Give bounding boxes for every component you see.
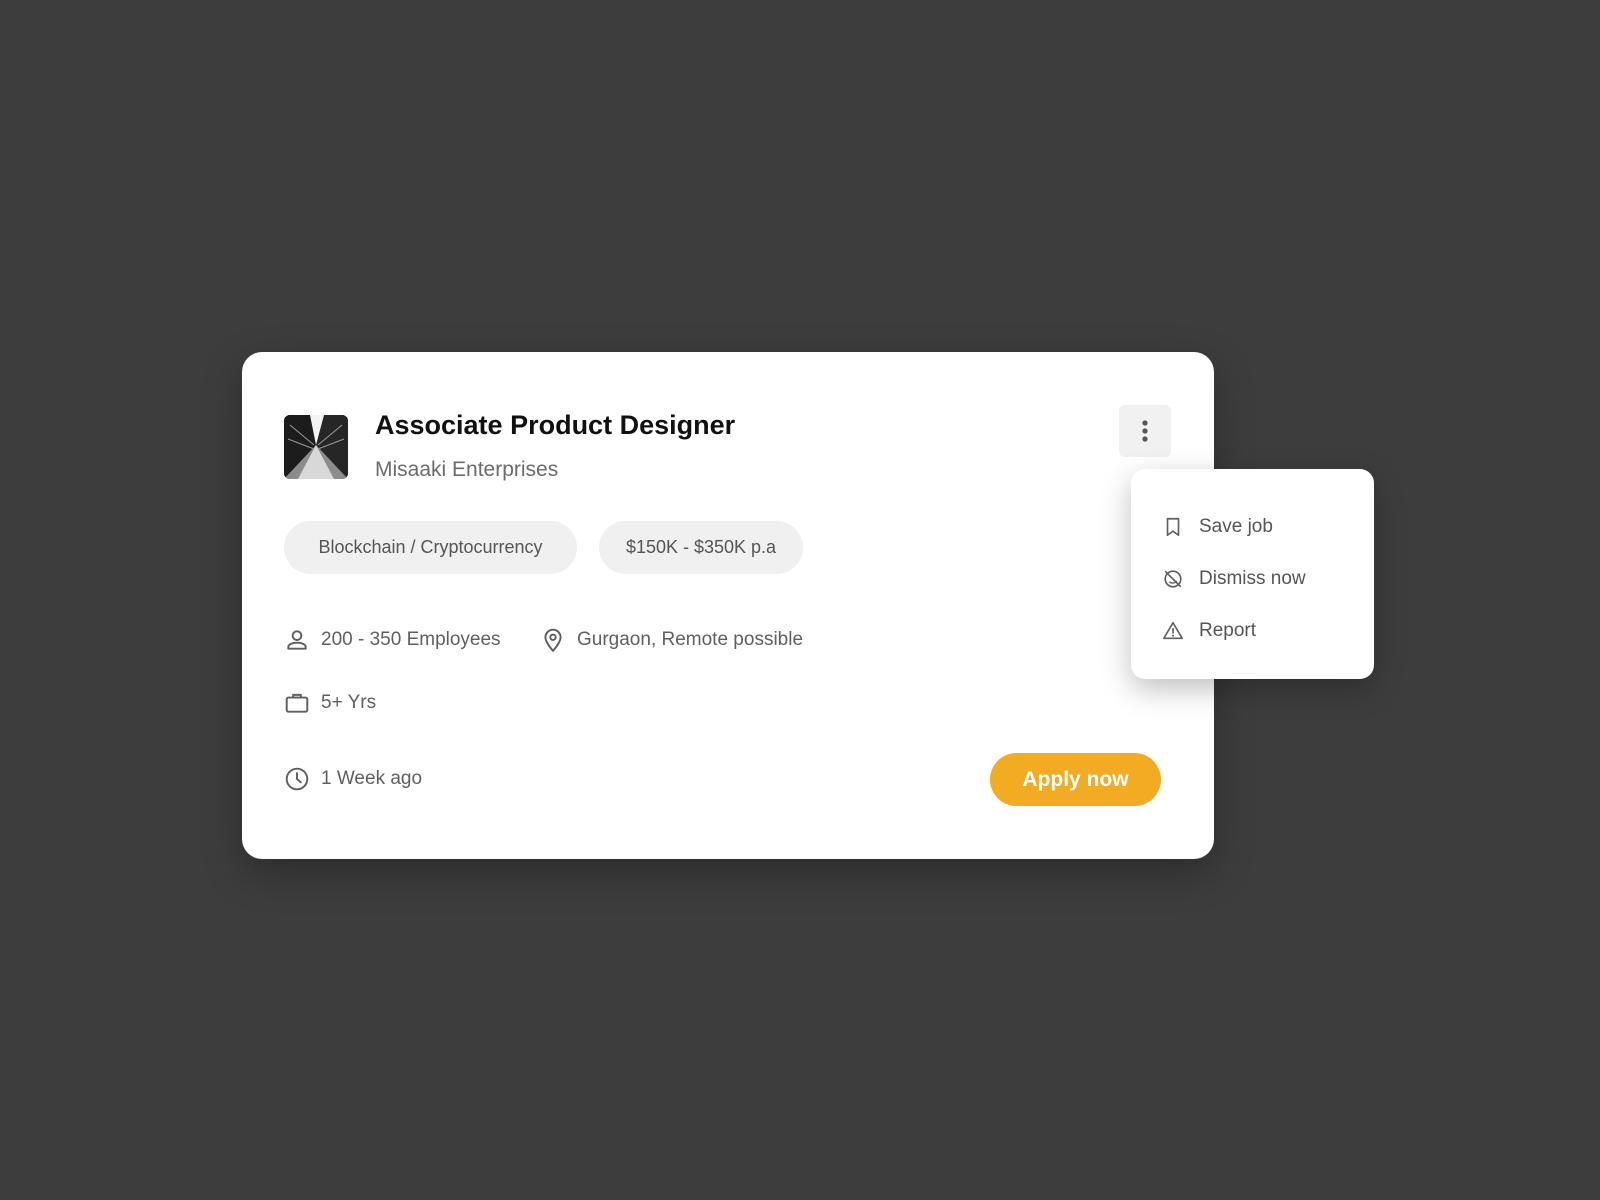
person-icon [284, 627, 310, 653]
company-logo [284, 415, 348, 479]
menu-item-report[interactable]: Report [1131, 605, 1374, 657]
posted-text: 1 Week ago [321, 768, 423, 789]
dismiss-icon [1162, 568, 1184, 590]
job-title: Associate Product Designer [375, 410, 736, 440]
location-pin-icon [540, 627, 566, 653]
warning-icon [1162, 620, 1184, 642]
more-vertical-icon [1142, 420, 1148, 442]
menu-item-save-job[interactable]: Save job [1131, 501, 1374, 553]
employees-info: 200 - 350 Employees [284, 627, 501, 653]
menu-item-dismiss-now[interactable]: Dismiss now [1131, 553, 1374, 605]
company-name: Misaaki Enterprises [375, 458, 559, 481]
menu-item-label: Save job [1199, 516, 1273, 537]
menu-item-label: Dismiss now [1199, 568, 1306, 589]
location-text: Gurgaon, Remote possible [577, 629, 804, 650]
experience-text: 5+ Yrs [321, 692, 377, 713]
job-card: Associate Product Designer Misaaki Enter… [242, 352, 1214, 859]
posted-info: 1 Week ago [284, 766, 422, 792]
bookmark-icon [1162, 516, 1184, 538]
more-options-button[interactable] [1119, 405, 1171, 457]
experience-info: 5+ Yrs [284, 690, 376, 716]
salary-tag: $150K - $350K p.a [599, 521, 803, 574]
employees-text: 200 - 350 Employees [321, 629, 501, 650]
clock-icon [284, 766, 310, 792]
apply-now-button[interactable]: Apply now [990, 753, 1161, 806]
industry-tag: Blockchain / Cryptocurrency [284, 521, 577, 574]
options-dropdown-menu: Save job Dismiss now Report [1131, 469, 1374, 679]
building-skyline-logo-icon [284, 415, 348, 479]
menu-item-label: Report [1199, 620, 1257, 641]
location-info: Gurgaon, Remote possible [540, 627, 803, 653]
briefcase-icon [284, 690, 310, 716]
